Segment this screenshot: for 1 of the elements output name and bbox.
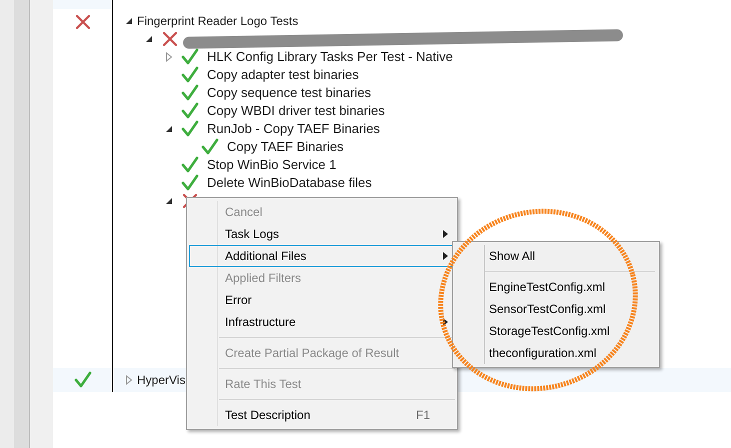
shortcut-label: F1 [416, 407, 430, 424]
